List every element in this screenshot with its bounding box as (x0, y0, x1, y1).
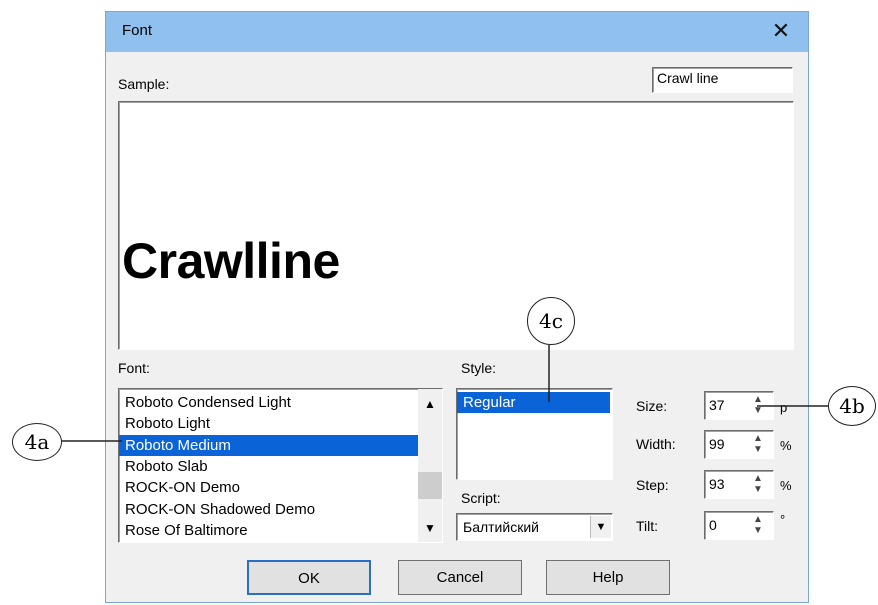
callout-lines (62, 345, 828, 442)
callout-4a: 4a (12, 423, 62, 461)
callout-4b: 4b (828, 386, 876, 426)
callout-4c: 4c (527, 297, 575, 345)
